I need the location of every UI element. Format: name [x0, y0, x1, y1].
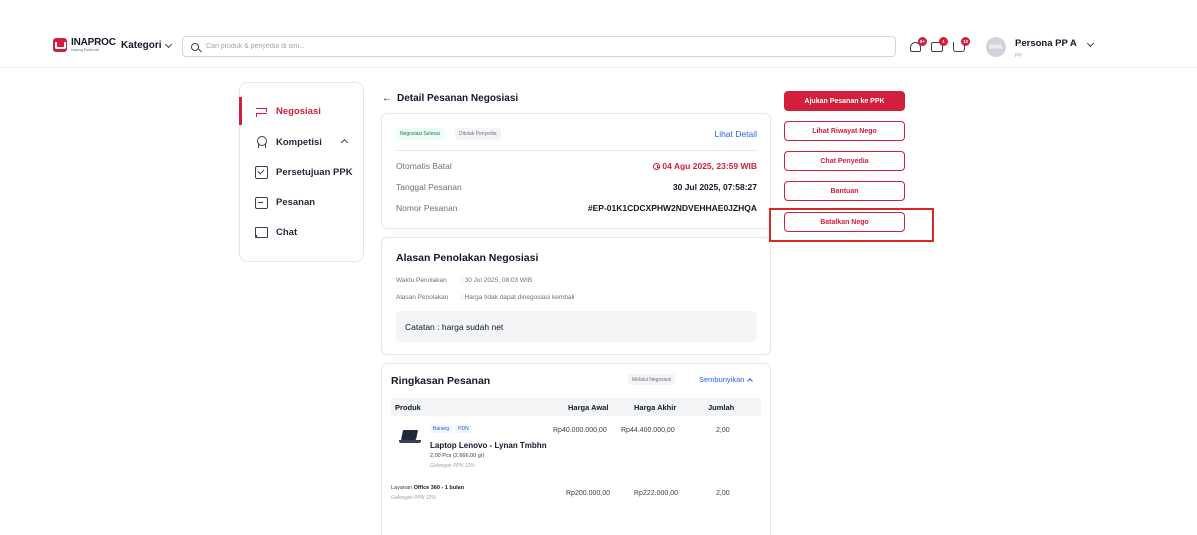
package-icon — [255, 196, 268, 209]
sidebar-item-label: Negosiasi — [276, 105, 321, 117]
chat-icon — [255, 226, 268, 238]
status-badge: Negosiasi Selesai — [396, 128, 444, 140]
clock-icon — [653, 163, 661, 170]
chat-provider-button[interactable]: Chat Penyedia — [784, 151, 905, 171]
view-nego-history-button[interactable]: Lihat Riwayat Nego — [784, 121, 905, 141]
logo-cart-icon — [53, 38, 67, 53]
product-tags: Barang PDN — [430, 425, 475, 433]
order-summary-card: Ringkasan Pesanan Melalui Negosiasi Semb… — [381, 363, 771, 535]
order-number-value: #EP-01K1CDCXPHW2NDVEHHAE0JZHQA — [587, 203, 757, 213]
inbox-icon[interactable]: 1 — [930, 37, 948, 54]
inaproc-logo[interactable]: INAPROC Katalog Elektronik — [53, 38, 116, 53]
rejection-time: Waktu Penolakan: 30 Jul 2025, 08:03 WIB — [396, 277, 533, 284]
divider — [396, 150, 757, 151]
sidebar-item-label: Persetujuan PPK — [276, 166, 353, 178]
col-produk: Produk — [395, 403, 421, 412]
order-date-label: Tanggal Pesanan — [396, 182, 462, 192]
sidebar-item-kompetisi[interactable]: Kompetisi — [240, 128, 363, 156]
chevron-down-icon — [164, 40, 172, 48]
rejection-title: Alasan Penolakan Negosiasi — [396, 252, 539, 264]
harga-awal-value: Rp200.000,00 — [566, 490, 610, 497]
sidebar-item-label: Pesanan — [276, 196, 316, 208]
sidebar-item-chat[interactable]: Chat — [240, 218, 363, 246]
auto-cancel-value: 04 Agu 2025, 23:59 WIB — [653, 161, 757, 171]
jumlah-value: 2,00 — [716, 490, 730, 497]
logo-brand-text: INAPROC — [71, 37, 116, 48]
search-input[interactable] — [206, 43, 856, 50]
sidebar: Negosiasi Kompetisi Persetujuan PPK Pesa… — [239, 82, 364, 262]
tag-pdn: PDN — [455, 425, 472, 433]
sidebar-item-label: Kompetisi — [276, 136, 322, 148]
sidebar-item-persetujuan-ppk[interactable]: Persetujuan PPK — [240, 158, 363, 186]
col-jumlah: Jumlah — [708, 403, 735, 412]
highlight-box — [769, 208, 934, 242]
col-harga-akhir: Harga Akhir — [634, 403, 677, 412]
submit-to-ppk-button[interactable]: Ajukan Pesanan ke PPK — [784, 91, 905, 111]
rejection-reason-card: Alasan Penolakan Negosiasi Waktu Penolak… — [381, 237, 771, 355]
help-button[interactable]: Bantuan — [784, 181, 905, 201]
search-bar[interactable] — [182, 36, 896, 57]
cart-icon[interactable]: 10 — [952, 37, 970, 54]
tag-barang: Barang — [430, 425, 453, 433]
page-title-text: Detail Pesanan Negosiasi — [397, 93, 519, 104]
order-date-value: 30 Jul 2025, 07:58:27 — [672, 182, 757, 192]
top-header: INAPROC Katalog Elektronik Kategori 9+ 1… — [0, 0, 1197, 68]
sidebar-item-negosiasi[interactable]: Negosiasi — [239, 97, 363, 125]
col-harga-awal: Harga Awal — [568, 403, 609, 412]
avatar[interactable]: PPA — [986, 37, 1006, 57]
swap-icon — [255, 105, 267, 117]
user-menu-chevron-down-icon[interactable] — [1086, 39, 1095, 48]
checkbox-icon — [255, 166, 268, 179]
service-tax-group: Golongan PPN 12% — [391, 495, 436, 501]
hide-summary-toggle[interactable]: Sembunyikan — [699, 375, 754, 384]
chevron-up-icon — [747, 377, 754, 384]
jumlah-value: 2,00 — [716, 427, 730, 434]
sidebar-item-pesanan[interactable]: Pesanan — [240, 188, 363, 216]
product-name: Laptop Lenovo - Lynan Tmbhn — [430, 441, 547, 450]
laptop-product-image — [399, 430, 421, 444]
cart-badge: 10 — [961, 37, 970, 46]
rejection-note: Catatan : harga sudah net — [396, 311, 757, 342]
search-icon — [191, 42, 199, 51]
kategori-dropdown[interactable]: Kategori — [121, 40, 172, 51]
logo-tagline: Katalog Elektronik — [71, 48, 100, 52]
notification-badge: 9+ — [918, 37, 927, 46]
back-arrow-icon[interactable]: ← — [382, 93, 392, 104]
notification-bell-icon[interactable]: 9+ — [909, 37, 927, 54]
kategori-label: Kategori — [121, 40, 162, 51]
order-number-label: Nomor Pesanan — [396, 203, 458, 213]
auto-cancel-label: Otomatis Batal — [396, 161, 452, 171]
harga-akhir-value: Rp44.400.000,00 — [621, 427, 675, 434]
sidebar-item-label: Chat — [276, 226, 298, 238]
product-tax-group: Golongan PPN 12% — [430, 463, 475, 469]
summary-title: Ringkasan Pesanan — [391, 375, 491, 387]
harga-akhir-value: Rp222.000,00 — [634, 490, 678, 497]
product-quantity-weight: 2,00 Pcs (2.666,00 gr) — [430, 453, 485, 459]
award-icon — [255, 136, 267, 148]
service-line: Layanan Office 360 - 1 bulan — [391, 485, 465, 491]
harga-awal-value: Rp40.000.000,00 — [553, 427, 607, 434]
chevron-up-icon — [340, 138, 349, 147]
rejection-reason: Alasan Penolakan: Harga tidak dapat dine… — [396, 294, 575, 301]
user-role: PP — [1015, 53, 1022, 59]
rejected-badge: Ditolak Penyedia — [455, 128, 501, 140]
user-name[interactable]: Persona PP A — [1015, 38, 1077, 49]
inbox-badge: 1 — [939, 37, 948, 46]
lihat-detail-link[interactable]: Lihat Detail — [714, 129, 757, 139]
summary-table-header: Produk Harga Awal Harga Akhir Jumlah — [391, 398, 761, 416]
page-title: ← Detail Pesanan Negosiasi — [382, 93, 518, 104]
order-info-card: Negosiasi Selesai Ditolak Penyedia Lihat… — [381, 113, 771, 229]
via-negotiation-badge: Melalui Negosiasi — [628, 374, 676, 385]
